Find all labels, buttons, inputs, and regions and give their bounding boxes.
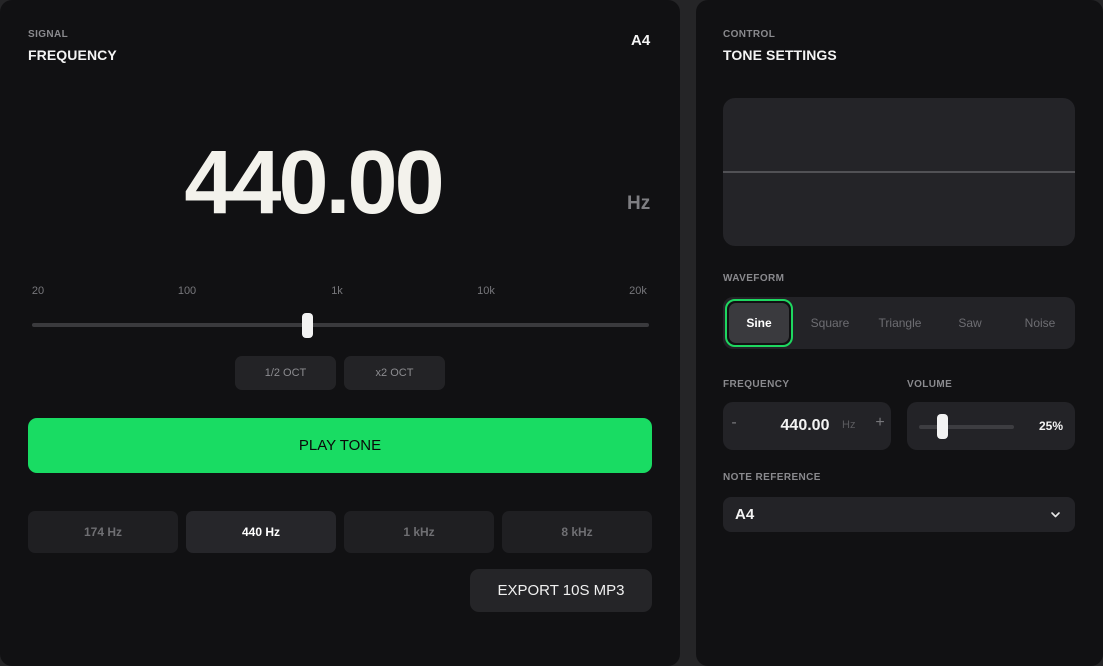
volume-control: 25% — [907, 402, 1075, 450]
note-reference-label: NOTE REFERENCE — [723, 472, 821, 483]
waveform-option-triangle[interactable]: Triangle — [865, 297, 935, 349]
frequency-readout: 440.00 — [184, 133, 444, 233]
scale-tick: 1k — [331, 285, 343, 297]
waveform-selector: Sine Square Triangle Saw Noise — [723, 297, 1075, 349]
preset-174-button[interactable]: 174 Hz — [28, 511, 178, 553]
waveform-option-saw[interactable]: Saw — [935, 297, 1005, 349]
note-tag: A4 — [631, 32, 651, 49]
scale-tick: 20k — [629, 285, 647, 297]
frequency-slider-track[interactable] — [32, 323, 649, 327]
waveform-option-square[interactable]: Square — [795, 297, 865, 349]
waveform-label: WAVEFORM — [723, 273, 785, 284]
note-reference-select[interactable]: A4 — [723, 497, 1075, 532]
volume-slider-thumb[interactable] — [937, 414, 949, 439]
frequency-unit: Hz — [627, 193, 651, 214]
control-panel: CONTROL TONE SETTINGS WAVEFORM Sine Squa… — [696, 0, 1103, 666]
increment-button[interactable]: + — [872, 414, 888, 432]
waveform-option-label: Sine — [729, 303, 789, 343]
play-tone-button[interactable]: PLAY TONE — [28, 418, 652, 473]
frequency-slider-thumb[interactable] — [302, 313, 313, 338]
frequency-stepper: - Hz + — [723, 402, 891, 450]
waveform-line — [723, 171, 1075, 173]
decrement-button[interactable]: - — [726, 414, 742, 432]
frequency-scale: 20 100 1k 10k 20k — [32, 285, 649, 299]
preset-440-button[interactable]: 440 Hz — [186, 511, 336, 553]
control-eyebrow: CONTROL — [723, 29, 776, 40]
export-mp3-button[interactable]: EXPORT 10S MP3 — [470, 569, 652, 612]
scale-tick: 10k — [477, 285, 495, 297]
waveform-preview — [723, 98, 1075, 246]
preset-8k-button[interactable]: 8 kHz — [502, 511, 652, 553]
frequency-heading: FREQUENCY — [28, 47, 117, 63]
volume-slider-track[interactable] — [919, 425, 1014, 429]
waveform-option-sine[interactable]: Sine — [725, 299, 793, 347]
volume-label: VOLUME — [907, 379, 953, 390]
volume-value: 25% — [1038, 419, 1063, 433]
scale-tick: 100 — [177, 285, 197, 297]
double-octave-button[interactable]: x2 OCT — [344, 356, 445, 390]
frequency-input[interactable] — [765, 402, 845, 450]
frequency-input-unit: Hz — [842, 419, 856, 431]
half-octave-button[interactable]: 1/2 OCT — [235, 356, 336, 390]
waveform-option-noise[interactable]: Noise — [1005, 297, 1075, 349]
tone-settings-heading: TONE SETTINGS — [723, 47, 837, 63]
frequency-field-label: FREQUENCY — [723, 379, 790, 390]
note-reference-value: A4 — [735, 506, 755, 523]
preset-1k-button[interactable]: 1 kHz — [344, 511, 494, 553]
signal-panel: SIGNAL FREQUENCY A4 440.00 Hz 20 100 1k … — [0, 0, 680, 666]
signal-eyebrow: SIGNAL — [28, 29, 69, 40]
scale-tick: 20 — [31, 285, 45, 297]
chevron-down-icon — [1051, 512, 1060, 518]
